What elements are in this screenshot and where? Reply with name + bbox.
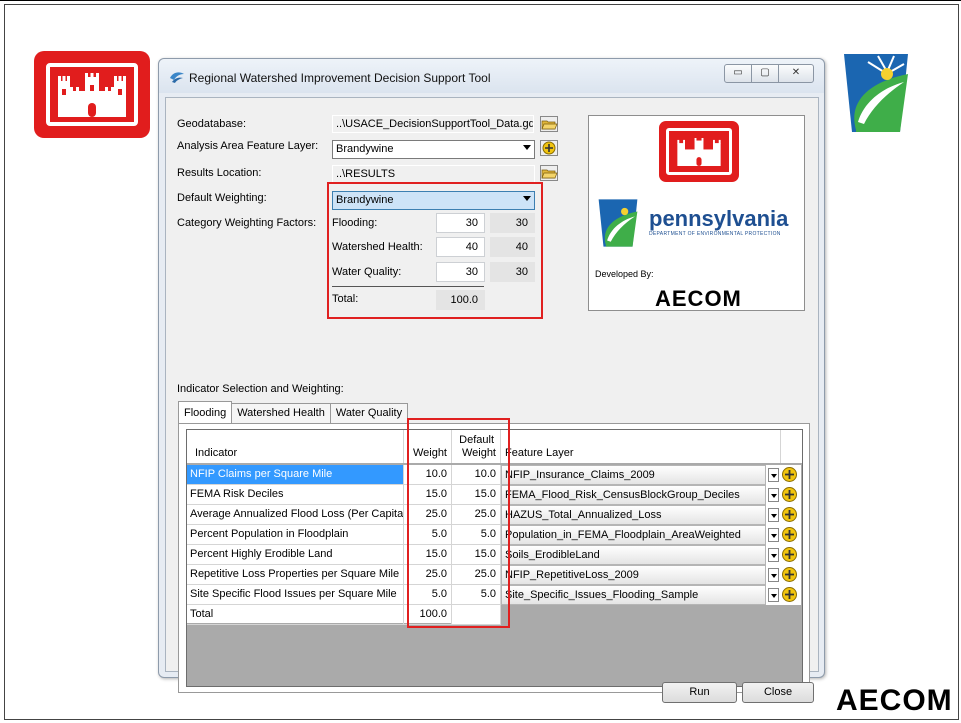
feature-layer-cell[interactable]: FEMA_Flood_Risk_CensusBlockGroup_Deciles: [501, 485, 766, 505]
window-title: Regional Watershed Improvement Decision …: [189, 71, 491, 85]
open-folder-icon[interactable]: [540, 165, 558, 181]
chevron-down-icon: [523, 145, 531, 150]
pa-dep-subtitle: DEPARTMENT OF ENVIRONMENTAL PROTECTION: [649, 231, 781, 237]
close-button[interactable]: Close: [742, 682, 814, 703]
indicator-cell[interactable]: Repetitive Loss Properties per Square Mi…: [187, 565, 404, 585]
run-button[interactable]: Run: [662, 682, 737, 703]
geodatabase-label: Geodatabase:: [177, 118, 247, 130]
add-layer-icon[interactable]: [781, 546, 798, 563]
app-window: Regional Watershed Improvement Decision …: [158, 58, 825, 703]
chevron-down-icon[interactable]: [768, 468, 779, 482]
feature-layer-cell[interactable]: Site_Specific_Issues_Flooding_Sample: [501, 585, 766, 605]
add-layer-icon[interactable]: [781, 506, 798, 523]
indicator-cell[interactable]: Percent Population in Floodplain: [187, 525, 404, 545]
feature-layer-cell[interactable]: NFIP_RepetitiveLoss_2009: [501, 565, 766, 585]
tab-flooding[interactable]: Flooding: [178, 401, 233, 423]
pa-keystone-logo: [844, 54, 908, 132]
pa-keystone-small-logo: [598, 199, 638, 247]
add-layer-icon[interactable]: [781, 466, 798, 483]
feature-layer-cell[interactable]: NFIP_Insurance_Claims_2009: [501, 465, 766, 485]
indicator-cell[interactable]: Percent Highly Erodible Land: [187, 545, 404, 565]
weight-columns-highlight-box: [407, 418, 510, 628]
flooding-tab-page: Indicator Weight Default Weight Feature …: [178, 418, 810, 693]
default-weighting-label: Default Weighting:: [177, 192, 267, 204]
chevron-down-icon[interactable]: [768, 568, 779, 582]
minimize-button[interactable]: ▭: [724, 64, 752, 83]
indicator-cell[interactable]: FEMA Risk Deciles: [187, 485, 404, 505]
maximize-button[interactable]: ▢: [751, 64, 779, 83]
weighting-highlight-box: [327, 182, 543, 319]
total-label: Total: [187, 605, 404, 625]
feature-layer-cell[interactable]: HAZUS_Total_Annualized_Loss: [501, 505, 766, 525]
tab-watershed-health[interactable]: Watershed Health: [231, 403, 331, 423]
geodatabase-field[interactable]: ..\USACE_DecisionSupportTool_Data.gdb: [332, 115, 534, 133]
chevron-down-icon[interactable]: [768, 508, 779, 522]
category-weighting-label: Category Weighting Factors:: [177, 217, 317, 229]
slide-top-border: [0, 0, 961, 1]
add-layer-icon[interactable]: [781, 486, 798, 503]
add-layer-icon[interactable]: [781, 566, 798, 583]
indicator-section-label: Indicator Selection and Weighting:: [177, 383, 344, 395]
analysis-layer-label: Analysis Area Feature Layer:: [177, 140, 319, 152]
indicator-column-header: Indicator: [187, 430, 404, 463]
dialog-client-area: Geodatabase: ..\USACE_DecisionSupportToo…: [165, 97, 819, 703]
indicator-cell[interactable]: Site Specific Flood Issues per Square Mi…: [187, 585, 404, 605]
chevron-down-icon[interactable]: [768, 548, 779, 562]
info-panel: pennsylvania DEPARTMENT OF ENVIRONMENTAL…: [588, 115, 805, 311]
analysis-layer-value: Brandywine: [336, 143, 394, 155]
add-layer-icon[interactable]: [781, 526, 798, 543]
add-layer-icon[interactable]: [540, 140, 558, 156]
app-icon: [170, 72, 184, 83]
analysis-layer-dropdown[interactable]: Brandywine: [332, 140, 535, 159]
results-location-label: Results Location:: [177, 167, 262, 179]
results-location-field[interactable]: ..\RESULTS: [332, 165, 535, 183]
aecom-footer-logo: AECOM: [836, 684, 953, 717]
feature-layer-cell[interactable]: Population_in_FEMA_Floodplain_AreaWeight…: [501, 525, 766, 545]
indicator-cell[interactable]: Average Annualized Flood Loss (Per Capit…: [187, 505, 404, 525]
feature-layer-cell[interactable]: Soils_ErodibleLand: [501, 545, 766, 565]
aecom-logo: AECOM: [655, 286, 742, 311]
tab-water-quality[interactable]: Water Quality: [329, 403, 409, 423]
chevron-down-icon[interactable]: [768, 588, 779, 602]
add-layer-icon[interactable]: [781, 586, 798, 603]
category-tabs: Flooding Watershed Health Water Quality: [178, 401, 409, 423]
pennsylvania-wordmark: pennsylvania: [649, 206, 789, 231]
open-folder-icon[interactable]: [540, 116, 558, 132]
close-window-button[interactable]: ✕: [778, 64, 814, 83]
usace-castle-logo: [34, 51, 150, 138]
chevron-down-icon[interactable]: [768, 528, 779, 542]
developed-by-label: Developed By:: [595, 269, 654, 279]
chevron-down-icon[interactable]: [768, 488, 779, 502]
title-bar[interactable]: Regional Watershed Improvement Decision …: [159, 59, 824, 93]
usace-small-logo: [659, 121, 739, 182]
feature-layer-column-header: Feature Layer: [501, 430, 781, 463]
indicator-cell[interactable]: NFIP Claims per Square Mile: [187, 465, 404, 485]
